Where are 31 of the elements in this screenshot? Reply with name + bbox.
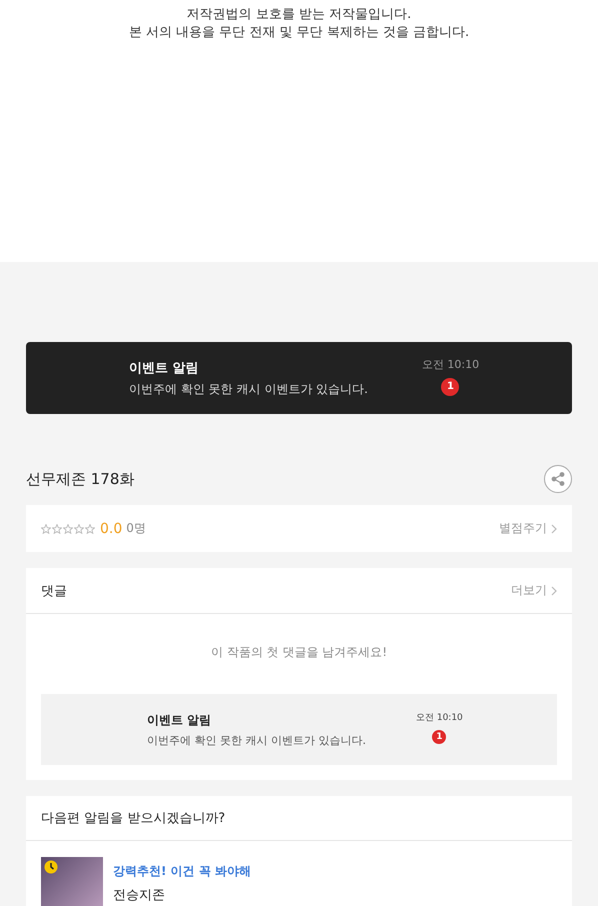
event-time: 오전 10:10 [422,356,480,372]
star-icon [52,524,62,534]
event-banner[interactable]: 이벤트 알림 이번주에 확인 못한 캐시 이벤트가 있습니다. 오전 10:10 1 [41,694,557,765]
rating-score: 0.0 [100,520,122,536]
event-banner[interactable]: 이벤트 알림 이번주에 확인 못한 캐시 이벤트가 있습니다. 오전 10:10 1 [26,342,572,414]
share-icon [551,472,565,486]
clock-icon [44,860,58,874]
novel-title[interactable]: 전승지존 [113,886,252,904]
event-message: 이번주에 확인 못한 캐시 이벤트가 있습니다. [129,380,368,398]
alert-question: 다음편 알림을 받으시겠습니까? [41,810,226,827]
comments-title: 댓글 [41,582,67,600]
chevron-icon [551,586,557,596]
star-icon [41,524,51,534]
rating-count: 0명 [126,520,146,537]
event-title: 이벤트 알림 [129,360,200,376]
share-button[interactable] [544,465,572,493]
empty-comments-text: 이 작품의 첫 댓글을 남겨주세요! [210,644,388,661]
copyright-text: 저작권법의 보호를 받는 저작물입니다. [186,6,412,24]
chevron-icon [551,524,557,534]
star-icon [74,524,84,534]
episode-title: 선무제존 178화 [26,470,134,488]
event-message: 이번주에 확인 못한 캐시 이벤트가 있습니다. [147,732,366,748]
event-time: 오전 10:10 [416,712,463,724]
star-icon [85,524,95,534]
recommend-tag: 강력추천! 이건 꼭 봐야해 [113,863,252,880]
count-badge: 1 [432,730,446,744]
copyright-text: 본 서의 내용을 무단 전재 및 무단 복제하는 것을 금합니다. [128,24,470,42]
cover-placeholder[interactable] [41,857,103,906]
count-badge: 1 [441,378,460,396]
star-icon [63,524,73,534]
event-title: 이벤트 알림 [147,712,212,728]
